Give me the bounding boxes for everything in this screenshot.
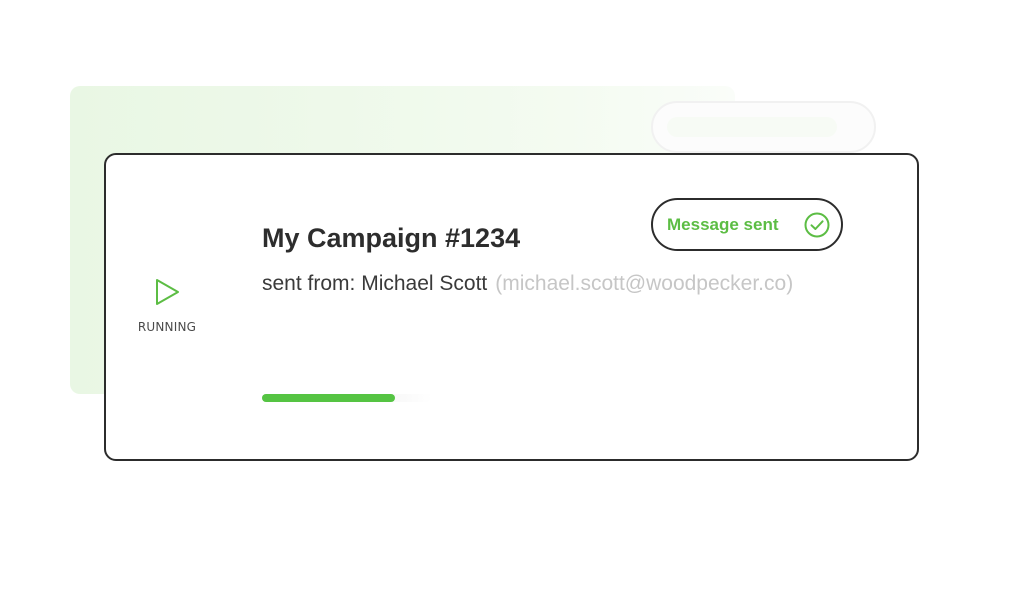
campaign-sender: sent from: Michael Scott (michael.scott@w… bbox=[262, 272, 793, 296]
sender-name: sent from: Michael Scott bbox=[262, 272, 488, 295]
sender-email: (michael.scott@woodpecker.co) bbox=[495, 272, 794, 295]
background-pill-fill bbox=[667, 117, 837, 137]
progress-bar bbox=[262, 394, 432, 402]
background-pill bbox=[651, 101, 876, 153]
campaign-title[interactable]: My Campaign #1234 bbox=[262, 223, 520, 254]
message-sent-label: Message sent bbox=[667, 214, 779, 234]
status-label: RUNNING bbox=[137, 320, 197, 334]
campaign-card[interactable]: RUNNING My Campaign #1234 sent from: Mic… bbox=[104, 153, 919, 461]
progress-bar-fill bbox=[262, 394, 395, 402]
check-circle-icon bbox=[804, 212, 830, 238]
message-sent-badge: Message sent bbox=[651, 198, 843, 251]
play-icon[interactable] bbox=[153, 277, 181, 307]
campaign-status: RUNNING bbox=[128, 277, 206, 334]
campaign-illustration: RUNNING My Campaign #1234 sent from: Mic… bbox=[0, 0, 1024, 599]
